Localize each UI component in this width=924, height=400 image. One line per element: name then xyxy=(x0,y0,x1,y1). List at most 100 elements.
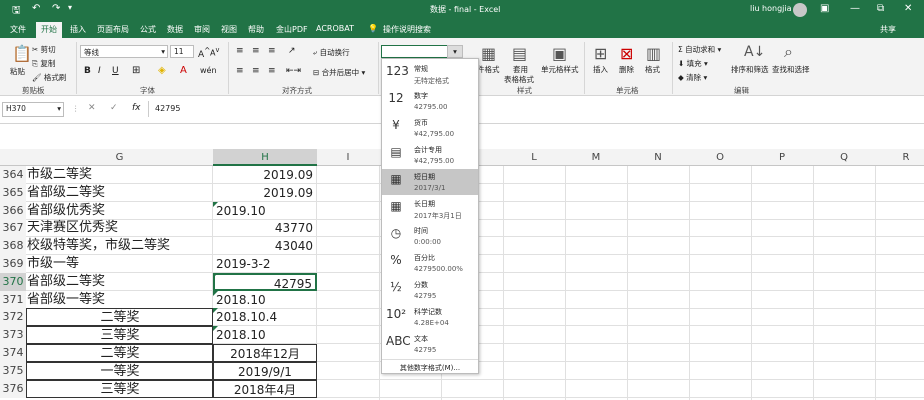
redo-icon[interactable]: ↷ xyxy=(52,3,60,14)
format-cells-icon[interactable]: ▥ xyxy=(646,44,661,63)
copy-button[interactable]: ⎘ 复制 xyxy=(32,58,55,69)
row-header[interactable]: 376 xyxy=(0,379,26,398)
cell-g[interactable]: 市级二等奖 xyxy=(26,166,213,184)
column-header[interactable]: P xyxy=(751,152,813,163)
search-icon[interactable]: ⌕ xyxy=(784,42,793,62)
column-header[interactable]: H xyxy=(213,149,317,166)
number-format-option[interactable]: ABC 文本 42795 xyxy=(382,331,478,357)
enter-icon[interactable]: ✓ xyxy=(110,103,118,113)
cell-h[interactable]: 2018.10.4 xyxy=(213,308,317,327)
error-indicator-icon[interactable] xyxy=(213,308,218,314)
number-format-option[interactable]: ▦ 长日期 2017年3月1日 xyxy=(382,196,478,222)
fill-color-icon[interactable]: ◈ xyxy=(158,65,166,76)
row-header[interactable]: 369 xyxy=(0,255,26,273)
cell-h[interactable]: 2018.10 xyxy=(213,326,317,345)
cell-g[interactable]: 一等奖 xyxy=(26,361,213,380)
format-as-table-icon[interactable]: ▤ xyxy=(512,44,527,63)
more-number-formats-link[interactable]: 其他数字格式(M)... xyxy=(382,359,478,373)
align-left-icon[interactable]: ≡ xyxy=(236,66,244,76)
number-format-option[interactable]: ◷ 时间 0:00:00 xyxy=(382,223,478,249)
tab-insert[interactable]: 插入 xyxy=(70,24,86,35)
cell-h[interactable]: 2018.10 xyxy=(213,290,317,309)
conditional-format-icon[interactable]: ▦ xyxy=(481,44,496,63)
column-header[interactable]: Q xyxy=(813,152,875,163)
save-icon[interactable]: 🖫 xyxy=(12,3,21,20)
align-top-icon[interactable]: ≡ xyxy=(236,46,244,56)
close-button[interactable]: ✕ xyxy=(904,3,912,14)
undo-icon[interactable]: ↶ xyxy=(32,3,40,14)
tab-page-layout[interactable]: 页面布局 xyxy=(97,24,129,35)
cell-h[interactable]: 2019.10 xyxy=(213,201,317,220)
row-header[interactable]: 366 xyxy=(0,201,26,220)
number-format-option[interactable]: ¥ 货币 ¥42,795.00 xyxy=(382,115,478,141)
tab-data[interactable]: 数据 xyxy=(167,24,183,35)
restore-button[interactable]: ⧉ xyxy=(877,3,884,14)
font-size-box[interactable]: 11 xyxy=(170,45,194,58)
align-middle-icon[interactable]: ≡ xyxy=(252,46,260,56)
delete-cells-button[interactable]: 删除 xyxy=(619,64,634,75)
font-color-icon[interactable]: A xyxy=(180,65,187,76)
column-header[interactable]: O xyxy=(689,152,751,163)
format-painter-button[interactable]: 🖌 格式刷 xyxy=(32,72,66,83)
conditional-format-button[interactable]: 件格式 xyxy=(477,64,500,75)
cell-g[interactable]: 省部级二等奖 xyxy=(26,272,213,291)
number-format-dropdown-button[interactable]: ▾ xyxy=(447,45,463,58)
cell-g[interactable]: 二等奖 xyxy=(26,344,213,362)
insert-cells-icon[interactable]: ⊞ xyxy=(594,44,607,63)
minimize-button[interactable]: — xyxy=(850,3,860,14)
italic-button[interactable]: I xyxy=(98,66,101,76)
grow-font-icon[interactable]: A^ xyxy=(198,46,210,60)
share-button[interactable]: 共享 xyxy=(880,24,896,35)
error-indicator-icon[interactable] xyxy=(213,201,218,207)
tell-me-search[interactable]: 操作说明搜索 xyxy=(383,24,431,35)
number-format-option[interactable]: ▦ 短日期 2017/3/1 xyxy=(382,169,478,195)
cell-h[interactable]: 2018年12月 xyxy=(213,344,317,362)
tab-acrobat[interactable]: ACROBAT xyxy=(316,24,354,33)
clear-button[interactable]: ◆ 清除 ▾ xyxy=(678,72,707,83)
wrap-text-button[interactable]: ⤶ 自动换行 xyxy=(313,47,350,58)
shrink-font-icon[interactable]: Av xyxy=(210,46,219,58)
align-bottom-icon[interactable]: ≡ xyxy=(268,46,276,56)
cell-h[interactable]: 2019.09 xyxy=(213,166,317,184)
align-center-icon[interactable]: ≡ xyxy=(252,66,260,76)
delete-cells-icon[interactable]: ⊠ xyxy=(620,44,633,63)
indent-icon[interactable]: ⇤⇥ xyxy=(286,66,301,76)
tab-file[interactable]: 文件 xyxy=(10,24,26,35)
number-format-option[interactable]: % 百分比 4279500.00% xyxy=(382,250,478,276)
cell-g[interactable]: 省部级优秀奖 xyxy=(26,201,213,220)
column-header[interactable]: R xyxy=(875,152,924,163)
row-header[interactable]: 364 xyxy=(0,166,26,184)
number-format-option[interactable]: 12 数字 42795.00 xyxy=(382,88,478,114)
ribbon-display-icon[interactable]: ▣ xyxy=(820,3,829,14)
cell-g[interactable]: 三等奖 xyxy=(26,379,213,398)
number-format-option[interactable]: 123 常规 无特定格式 xyxy=(382,61,478,87)
cut-button[interactable]: ✂ 剪切 xyxy=(32,44,56,55)
format-cells-button[interactable]: 格式 xyxy=(645,64,660,75)
tab-wps-pdf[interactable]: 金山PDF xyxy=(276,24,308,35)
number-format-option[interactable]: ½ 分数 42795 xyxy=(382,277,478,303)
formula-input[interactable]: 42795 xyxy=(155,104,180,113)
number-format-option[interactable]: ▤ 会计专用 ¥42,795.00 xyxy=(382,142,478,168)
tab-review[interactable]: 审阅 xyxy=(194,24,210,35)
insert-function-button[interactable]: fx xyxy=(132,103,141,113)
cell-h[interactable]: 42795 xyxy=(213,272,317,291)
cell-g[interactable]: 市级一等 xyxy=(26,255,213,273)
cell-h[interactable]: 2019/9/1 xyxy=(213,361,317,380)
row-header[interactable]: 371 xyxy=(0,290,26,309)
cell-h[interactable]: 2019-3-2 xyxy=(213,255,317,273)
row-header[interactable]: 372 xyxy=(0,308,26,327)
name-box[interactable]: H370 ▾ xyxy=(2,102,64,117)
tab-formulas[interactable]: 公式 xyxy=(140,24,156,35)
row-header[interactable]: 370 xyxy=(0,272,26,291)
cell-h[interactable]: 2019.09 xyxy=(213,183,317,202)
cell-g[interactable]: 校级特等奖，市级二等奖 xyxy=(26,237,213,256)
paste-button[interactable]: 粘贴 xyxy=(10,66,25,77)
autosum-button[interactable]: Σ 自动求和 ▾ xyxy=(678,44,721,55)
cell-g[interactable]: 省部级二等奖 xyxy=(26,183,213,202)
column-header[interactable]: M xyxy=(565,152,627,163)
row-header[interactable]: 367 xyxy=(0,219,26,238)
cell-g[interactable]: 省部级一等奖 xyxy=(26,290,213,309)
row-header[interactable]: 375 xyxy=(0,361,26,380)
sort-filter-button[interactable]: 排序和筛选 xyxy=(731,64,769,75)
align-right-icon[interactable]: ≡ xyxy=(268,66,276,76)
